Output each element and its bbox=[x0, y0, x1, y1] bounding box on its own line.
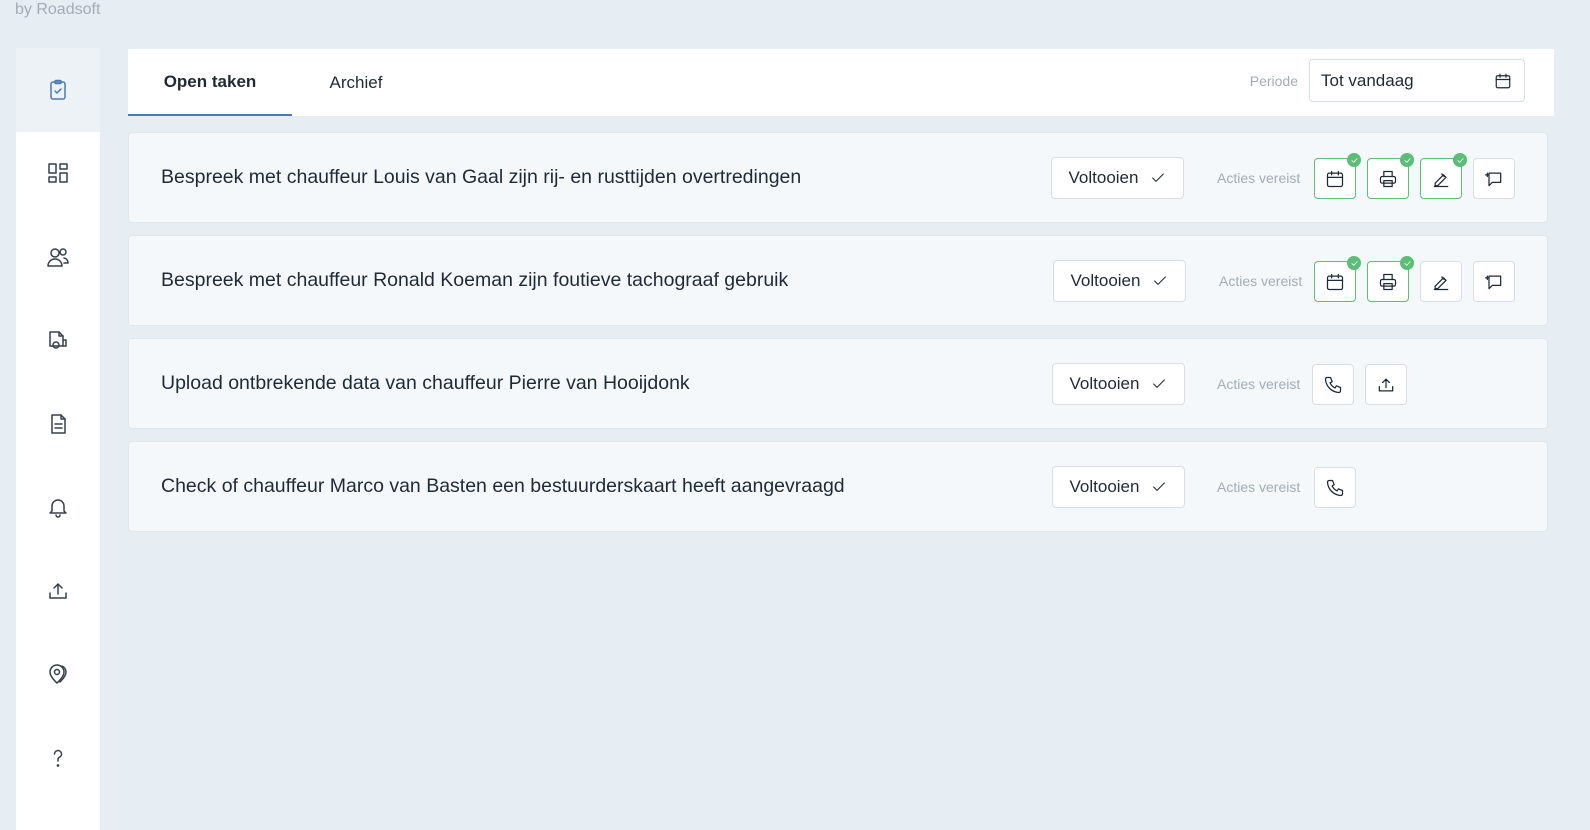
task-title: Upload ontbrekende data van chauffeur Pi… bbox=[161, 372, 690, 394]
comment-icon bbox=[1485, 172, 1502, 186]
upload-action-button[interactable] bbox=[1365, 364, 1407, 405]
check-icon bbox=[1153, 482, 1166, 491]
printer-action-button[interactable] bbox=[1367, 153, 1414, 199]
calendar-icon bbox=[1326, 170, 1344, 187]
complete-button-label: Voltooien bbox=[1069, 477, 1140, 496]
task-row: Upload ontbrekende data van chauffeur Pi… bbox=[128, 338, 1548, 429]
phone-action-button[interactable] bbox=[1314, 467, 1356, 508]
calendar-icon bbox=[1326, 273, 1344, 290]
check-icon bbox=[1152, 173, 1165, 182]
periode-select[interactable]: Tot vandaag bbox=[1309, 59, 1525, 102]
pen-icon bbox=[1433, 172, 1449, 187]
pen-action-button[interactable] bbox=[1420, 153, 1467, 199]
actions-required-label: Acties vereist bbox=[1217, 375, 1301, 392]
top-bar: Open taken Archief Periode Tot vandaag bbox=[128, 49, 1554, 116]
check-icon bbox=[1403, 157, 1411, 163]
complete-button[interactable]: Voltooien bbox=[1053, 260, 1186, 302]
periode-label: Periode bbox=[1249, 73, 1298, 89]
printer-action-button[interactable] bbox=[1367, 256, 1414, 302]
actions-required-label: Acties vereist bbox=[1219, 272, 1303, 289]
sidebar bbox=[16, 48, 100, 830]
tab-archive[interactable]: Archief bbox=[292, 49, 420, 116]
complete-button-label: Voltooien bbox=[1070, 271, 1141, 290]
done-badge bbox=[1347, 153, 1361, 167]
complete-button-label: Voltooien bbox=[1068, 168, 1139, 187]
sidebar-item-upload[interactable] bbox=[16, 549, 100, 633]
sidebar-item-locations[interactable] bbox=[16, 633, 100, 717]
check-icon bbox=[1403, 260, 1411, 266]
printer-icon bbox=[1379, 170, 1397, 187]
pen-icon bbox=[1433, 275, 1449, 290]
task-list: Bespreek met chauffeur Louis van Gaal zi… bbox=[128, 132, 1548, 544]
upload-icon bbox=[1378, 378, 1394, 391]
task-title: Bespreek met chauffeur Louis van Gaal zi… bbox=[161, 166, 802, 188]
check-icon bbox=[1350, 260, 1358, 266]
done-badge bbox=[1453, 153, 1467, 167]
done-badge bbox=[1347, 256, 1361, 270]
task-title: Bespreek met chauffeur Ronald Koeman zij… bbox=[161, 269, 789, 291]
phone-icon bbox=[1324, 376, 1342, 393]
task-title: Check of chauffeur Marco van Basten een … bbox=[161, 475, 845, 497]
printer-icon bbox=[1379, 273, 1397, 290]
calendar-action-button[interactable] bbox=[1314, 256, 1361, 302]
check-icon bbox=[1456, 157, 1464, 163]
brand-label: by Roadsoft bbox=[15, 1, 101, 18]
comment-icon bbox=[1485, 275, 1502, 289]
phone-action-button[interactable] bbox=[1312, 364, 1354, 405]
calendar-action-button[interactable] bbox=[1314, 153, 1361, 199]
comment-action-button[interactable] bbox=[1473, 158, 1515, 199]
check-icon bbox=[1153, 379, 1166, 388]
complete-button[interactable]: Voltooien bbox=[1051, 157, 1184, 199]
document-icon bbox=[51, 414, 66, 434]
pen-action-button[interactable] bbox=[1420, 261, 1462, 302]
sidebar-item-vehicles[interactable] bbox=[16, 299, 100, 383]
sidebar-item-drivers[interactable] bbox=[16, 215, 100, 299]
clipboard-check-icon bbox=[50, 79, 66, 100]
task-row: Bespreek met chauffeur Louis van Gaal zi… bbox=[128, 132, 1548, 223]
bell-icon bbox=[49, 499, 67, 518]
grid-icon bbox=[48, 163, 68, 183]
truck-icon bbox=[49, 331, 67, 349]
map-pin-icon bbox=[49, 664, 67, 684]
complete-button[interactable]: Voltooien bbox=[1052, 466, 1185, 508]
complete-button[interactable]: Voltooien bbox=[1052, 363, 1185, 405]
done-badge bbox=[1400, 153, 1414, 167]
comment-action-button[interactable] bbox=[1473, 261, 1515, 302]
periode-value: Tot vandaag bbox=[1321, 70, 1414, 90]
upload-icon bbox=[49, 583, 67, 599]
tab-open-tasks[interactable]: Open taken bbox=[128, 49, 292, 116]
check-icon bbox=[1350, 157, 1358, 163]
phone-icon bbox=[1326, 479, 1344, 496]
task-row: Bespreek met chauffeur Ronald Koeman zij… bbox=[128, 235, 1548, 326]
complete-button-label: Voltooien bbox=[1069, 374, 1140, 393]
calendar-icon bbox=[1495, 73, 1511, 88]
done-badge bbox=[1400, 256, 1414, 270]
check-icon bbox=[1154, 276, 1167, 285]
actions-required-label: Acties vereist bbox=[1217, 169, 1301, 186]
sidebar-item-help[interactable] bbox=[16, 716, 100, 800]
actions-required-label: Acties vereist bbox=[1217, 478, 1301, 495]
sidebar-item-documents[interactable] bbox=[16, 382, 100, 466]
sidebar-item-notifications[interactable] bbox=[16, 466, 100, 550]
question-icon bbox=[53, 749, 63, 767]
sidebar-item-tasks[interactable] bbox=[16, 48, 100, 132]
sidebar-item-dashboard[interactable] bbox=[16, 132, 100, 216]
users-icon bbox=[47, 248, 69, 267]
task-row: Check of chauffeur Marco van Basten een … bbox=[128, 441, 1548, 532]
